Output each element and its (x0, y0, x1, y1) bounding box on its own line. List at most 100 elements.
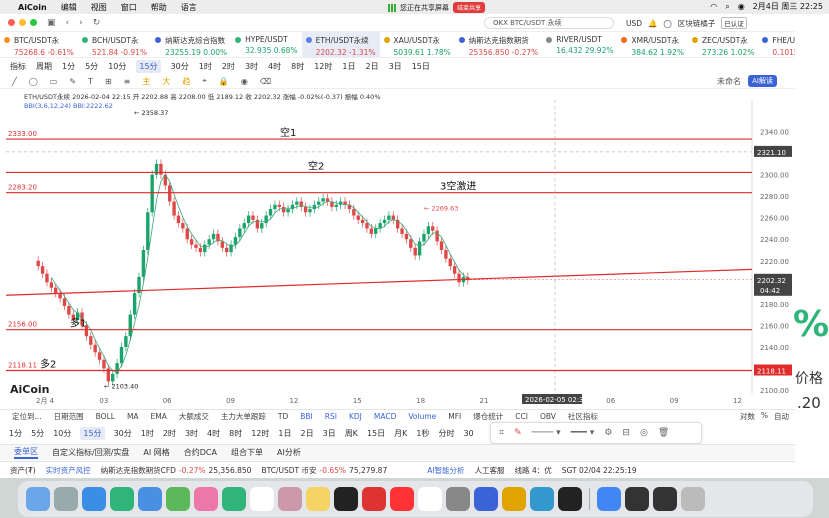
timeframe-option[interactable]: 3时 (245, 61, 258, 72)
subbar-action[interactable]: 日期范围 (54, 411, 84, 422)
timeframe-option-bottom[interactable]: 1日 (278, 428, 291, 439)
zoom-window-icon[interactable] (30, 19, 37, 26)
timeframe-option-bottom[interactable]: 15分 (80, 426, 105, 440)
main-force-icon[interactable]: 主 (142, 76, 150, 87)
timeframe-option[interactable]: 4时 (268, 61, 281, 72)
community-link[interactable]: 区块链橘子 (678, 18, 716, 29)
timeframe-option-bottom[interactable]: 10分 (53, 428, 71, 439)
control-center-icon[interactable]: ◉ (738, 2, 745, 11)
delete-drawing-icon[interactable]: 🗑 (658, 428, 669, 438)
timeframe-option[interactable]: 8时 (291, 61, 304, 72)
timeframe-option-bottom[interactable]: 周K (345, 428, 358, 439)
menu-window[interactable]: 窗口 (121, 2, 137, 13)
menu-app-name[interactable]: AiCoin (18, 3, 47, 12)
dock-app-icon[interactable] (334, 487, 358, 511)
indicator-toggle[interactable]: RSI (325, 412, 337, 421)
dock-app-icon[interactable] (222, 487, 246, 511)
text-tool-icon[interactable]: T (88, 77, 93, 86)
dock-app-icon[interactable] (54, 487, 78, 511)
scale-option[interactable]: % (761, 411, 768, 422)
dock-app-icon[interactable] (82, 487, 106, 511)
indicator-toggle[interactable]: BOLL (96, 412, 115, 421)
timeframe-option[interactable]: 3日 (389, 61, 402, 72)
line-style-select[interactable]: ──── ▾ (532, 428, 561, 438)
bottom-tab[interactable]: 自定义指标/回测/实盘 (52, 447, 129, 458)
dock-app-icon[interactable] (390, 487, 414, 511)
settings-icon[interactable]: ⚙ (604, 428, 612, 438)
big-order-icon[interactable]: 大 (162, 76, 170, 87)
ellipse-tool-icon[interactable]: ◯ (29, 77, 38, 86)
timeframe-option-bottom[interactable]: 2时 (163, 428, 176, 439)
timeframe-option-bottom[interactable]: 30 (463, 429, 473, 438)
dock-app-icon[interactable] (110, 487, 134, 511)
ticker-item[interactable]: HYPE/USDT 32.935 0.68% (231, 32, 301, 58)
ticker-item[interactable]: XAU/USDT永 5039.61 1.78% (380, 32, 455, 58)
lock-drawing-icon[interactable]: ⊟ (622, 428, 630, 438)
timeframe-option[interactable]: 10分 (108, 61, 126, 72)
scale-option[interactable]: 对数 (740, 411, 755, 422)
dock-app-icon[interactable] (530, 487, 554, 511)
hide-drawing-icon[interactable]: ◎ (640, 428, 648, 438)
dock-app-icon[interactable] (653, 487, 677, 511)
bell-icon[interactable]: 🔔 (648, 19, 657, 28)
bottom-tab[interactable]: AI 网格 (143, 447, 169, 458)
timeframe-option[interactable]: 15日 (412, 61, 430, 72)
timeframe-option-bottom[interactable]: 12时 (251, 428, 269, 439)
timeframe-option-bottom[interactable]: 5分 (31, 428, 44, 439)
indicator-toggle[interactable]: 爆仓统计 (473, 411, 503, 422)
stop-share-button[interactable]: 结束共享 (453, 2, 486, 13)
scale-option[interactable]: 自动 (774, 411, 789, 422)
rect-tool-icon[interactable]: ▭ (50, 77, 58, 86)
dock-app-icon[interactable] (194, 487, 218, 511)
pen-color-icon[interactable]: ✎ (514, 428, 522, 438)
bottom-tab[interactable]: 委单区 (14, 446, 38, 459)
timeframe-option[interactable]: 1分 (62, 61, 75, 72)
bottom-tab[interactable]: 合约DCA (184, 447, 217, 458)
trend-icon[interactable]: 趋 (182, 76, 190, 87)
minimize-window-icon[interactable] (19, 19, 26, 26)
timeframe-option[interactable]: 指标 (10, 61, 26, 72)
dock-app-icon[interactable] (166, 487, 190, 511)
layout-settings[interactable]: 未命名 (717, 76, 741, 87)
ticker-item[interactable]: 纳斯达克综合指数 23255.19 0.00% (151, 32, 231, 58)
dock-app-icon[interactable] (681, 487, 705, 511)
dock-app-icon[interactable] (138, 487, 162, 511)
indicator-toggle[interactable]: EMA (151, 412, 167, 421)
back-icon[interactable]: ‹ (66, 18, 70, 28)
subbar-action[interactable]: 定位到... (12, 411, 42, 422)
refresh-icon[interactable]: ↻ (93, 18, 101, 28)
indicator-toggle[interactable]: TD (278, 412, 288, 421)
dock-app-icon[interactable] (306, 487, 330, 511)
timeframe-option-bottom[interactable]: 月K (394, 428, 407, 439)
indicator-toggle[interactable]: 大额成交 (179, 411, 209, 422)
price-chart[interactable]: 2100.002120.002140.002160.002180.002200.… (0, 90, 795, 405)
menu-date[interactable]: 2月4日 周三 22:25 (753, 1, 823, 12)
ticker-item[interactable]: XMR/USDT永 384.62 1.92% (617, 32, 687, 58)
dock-app-icon[interactable] (250, 487, 274, 511)
menu-language[interactable]: 语言 (181, 2, 197, 13)
timeframe-option-bottom[interactable]: 1分 (9, 428, 22, 439)
forward-icon[interactable]: › (79, 18, 83, 28)
timeframe-option[interactable]: 2日 (366, 61, 379, 72)
measure-tool-icon[interactable]: ⊞ (105, 77, 112, 86)
timeframe-option[interactable]: 1时 (199, 61, 212, 72)
ticker-item[interactable]: ETH/USDT永续 2202.32 -1.31% (301, 32, 380, 58)
timeframe-option[interactable]: 周期 (36, 61, 52, 72)
support-button[interactable]: 人工客服 (475, 465, 505, 476)
timeframe-option-bottom[interactable]: 3日 (323, 428, 336, 439)
timeframe-option-bottom[interactable]: 1时 (141, 428, 154, 439)
timeframe-option[interactable]: 12时 (314, 61, 332, 72)
dock-app-icon[interactable] (474, 487, 498, 511)
chart-svg[interactable]: 2100.002120.002140.002160.002180.002200.… (0, 90, 795, 405)
currency-select[interactable]: USD (626, 19, 642, 28)
indicator-toggle[interactable]: 主力大单跟踪 (221, 411, 266, 422)
indicator-toggle[interactable]: MA (127, 412, 139, 421)
ticker-item[interactable]: ZEC/USDT永 273.26 1.02% (688, 32, 758, 58)
eye-icon[interactable]: ◉ (241, 77, 248, 86)
indicator-toggle[interactable]: Volume (408, 412, 436, 421)
indicator-toggle[interactable]: CCI (515, 412, 528, 421)
ticker-item[interactable]: BTC/USDT永 75268.6 -0.61% (0, 32, 78, 58)
ticker-item[interactable]: 纳斯达克指数期货 25356.850 -0.27% (455, 32, 542, 58)
close-window-icon[interactable] (8, 19, 15, 26)
timeframe-option[interactable]: 1日 (342, 61, 355, 72)
